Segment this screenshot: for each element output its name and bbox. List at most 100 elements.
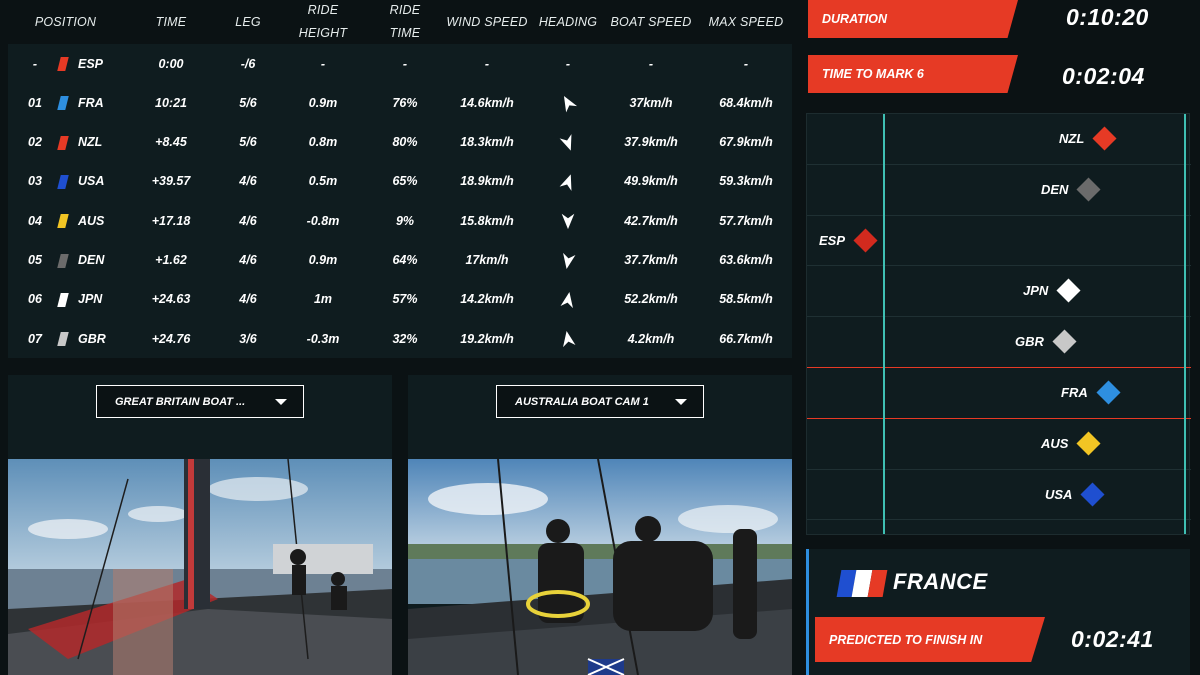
- boat-diamond-icon: [853, 228, 878, 253]
- table-row[interactable]: 06 JPN +24.63 4/6 1m 57% 14.2km/h 52.2km/h 58.5k…: [8, 280, 792, 319]
- row-boat-speed: -: [648, 56, 654, 71]
- row-ride-time: 64%: [392, 253, 418, 267]
- row-team: JPN: [78, 292, 103, 307]
- header-ride-time: RIDE TIME: [389, 3, 421, 40]
- row-ride-height: 0.9m: [308, 95, 338, 110]
- row-ride-height: 0.8m: [308, 135, 338, 150]
- boat-diamond-icon: [1076, 177, 1101, 202]
- boat-marker-label: FRA: [1061, 385, 1088, 400]
- row-max-speed: -: [743, 56, 749, 71]
- standings-table: POSITION TIME LEG RIDE HEIGHT RIDE TIME …: [8, 0, 792, 358]
- row-wind-speed: 17km/h: [465, 253, 509, 267]
- boat-diamond-icon: [1056, 278, 1081, 303]
- predict-label: PREDICTED TO FINISH IN: [815, 617, 1045, 662]
- row-max-speed: 68.4km/h: [719, 95, 773, 110]
- row-ride-time: 57%: [392, 292, 418, 307]
- row-boat-speed: 42.7km/h: [624, 213, 678, 228]
- duration-value: 0:10:20: [1066, 4, 1149, 30]
- table-row[interactable]: 05 DEN +1.62 4/6 0.9m 64% 17km/h 37.7km/h 63.6km…: [8, 241, 792, 280]
- boat-marker-label: DEN: [1041, 181, 1069, 197]
- boat-diamond-icon: [1052, 329, 1077, 354]
- row-ride-time: 76%: [392, 95, 418, 110]
- row-wind-speed: 14.2km/h: [460, 292, 514, 307]
- boat-marker[interactable]: AUS: [1041, 431, 1101, 456]
- boat-camera-image: [408, 459, 792, 675]
- header-ride-height: RIDE HEIGHT: [298, 3, 348, 40]
- table-row[interactable]: 07 GBR +24.76 3/6 -0.3m 32% 19.2km/h 4.2km/h 66.…: [8, 319, 792, 358]
- team-flag-icon: [57, 292, 69, 307]
- row-max-speed: 66.7km/h: [719, 331, 773, 346]
- team-flag-icon: [57, 174, 69, 189]
- row-position: -: [32, 56, 38, 71]
- france-flag-icon: [836, 570, 888, 597]
- row-boat-speed: 37.9km/h: [624, 135, 678, 150]
- header-boat-speed: BOAT SPEED: [610, 14, 692, 29]
- predict-value: 0:02:41: [1071, 626, 1154, 652]
- row-position: 03: [28, 174, 42, 189]
- table-row[interactable]: 03 USA +39.57 4/6 0.5m 65% 18.9km/h 49.9km/h 59.…: [8, 162, 792, 201]
- boat-marker-label: JPN: [1023, 283, 1049, 299]
- boat-marker[interactable]: JPN: [1023, 278, 1081, 303]
- camera-feed-left: [8, 459, 392, 675]
- table-row[interactable]: 02 NZL +8.45 5/6 0.8m 80% 18.3km/h 37.9km/h 67.9…: [8, 123, 792, 162]
- row-team: GBR: [78, 331, 106, 346]
- row-time: 0:00: [158, 56, 184, 71]
- row-ride-height: 1m: [313, 292, 333, 307]
- row-team: NZL: [78, 135, 103, 150]
- row-time: +39.57: [151, 174, 191, 189]
- boat-marker-label: GBR: [1015, 334, 1044, 350]
- table-row[interactable]: 04 AUS +17.18 4/6 -0.8m 9% 15.8km/h 42.7km/h 57.…: [8, 201, 792, 240]
- boat-marker[interactable]: DEN: [1041, 177, 1101, 202]
- row-position: 01: [28, 95, 42, 110]
- team-flag-icon: [57, 96, 69, 111]
- row-leg: 3/6: [239, 331, 257, 346]
- camera-select-left[interactable]: GREAT BRITAIN BOAT ...: [96, 385, 304, 418]
- row-wind-speed: 18.3km/h: [460, 135, 514, 150]
- race-tracker: NZL DEN ESP JPN GBR FRA AUS USA: [806, 113, 1191, 535]
- header-position: POSITION: [34, 14, 97, 29]
- row-ride-height: 0.9m: [308, 253, 338, 267]
- boat-marker-label: USA: [1045, 486, 1073, 502]
- tracker-lane: [807, 317, 1191, 368]
- team-flag-icon: [57, 214, 69, 229]
- row-leg: 4/6: [239, 292, 257, 307]
- row-time: +8.45: [155, 135, 187, 150]
- boat-marker[interactable]: FRA: [1061, 380, 1121, 405]
- boat-marker[interactable]: USA: [1045, 482, 1105, 507]
- finish-line: [1184, 114, 1186, 534]
- camera-panel-right: AUSTRALIA BOAT CAM 1: [408, 375, 792, 675]
- header-max-speed: MAX SPEED: [708, 14, 784, 29]
- boat-marker[interactable]: NZL: [1059, 126, 1117, 151]
- boat-diamond-icon: [1092, 126, 1117, 151]
- boat-marker[interactable]: GBR: [1015, 329, 1077, 354]
- camera-select-right[interactable]: AUSTRALIA BOAT CAM 1: [496, 385, 704, 418]
- team-flag-icon: [57, 135, 69, 150]
- row-boat-speed: 52.2km/h: [624, 292, 678, 307]
- row-position: 02: [28, 135, 42, 150]
- row-time: +24.76: [151, 331, 191, 346]
- boat-marker[interactable]: ESP: [819, 228, 878, 253]
- team-flag-icon: [57, 57, 69, 71]
- boat-diamond-icon: [1080, 482, 1105, 507]
- row-max-speed: 59.3km/h: [719, 174, 773, 189]
- mark-value: 0:02:04: [1062, 63, 1145, 89]
- row-team: DEN: [78, 253, 105, 267]
- row-time: +24.63: [151, 292, 191, 307]
- row-wind-speed: -: [484, 56, 490, 71]
- heading-arrow-icon: [563, 96, 578, 113]
- tracker-lane: [807, 114, 1191, 165]
- duration-label: DURATION: [808, 0, 1018, 38]
- row-max-speed: 58.5km/h: [719, 292, 773, 307]
- heading-arrow-icon: [563, 331, 576, 348]
- row-position: 07: [28, 331, 42, 346]
- row-heading: -: [565, 56, 571, 71]
- heading-arrow-icon: [561, 213, 575, 230]
- table-row[interactable]: - ESP 0:00 -/6 - - - - - -: [8, 44, 792, 83]
- row-ride-time: 32%: [392, 331, 418, 346]
- row-leg: -/6: [240, 56, 256, 71]
- boat-marker-label: ESP: [819, 232, 846, 248]
- row-leg: 4/6: [239, 174, 257, 189]
- table-row[interactable]: 01 FRA 10:21 5/6 0.9m 76% 14.6km/h 37km/h 68.4km…: [8, 83, 792, 122]
- row-boat-speed: 4.2km/h: [627, 331, 675, 346]
- start-line: [883, 114, 885, 534]
